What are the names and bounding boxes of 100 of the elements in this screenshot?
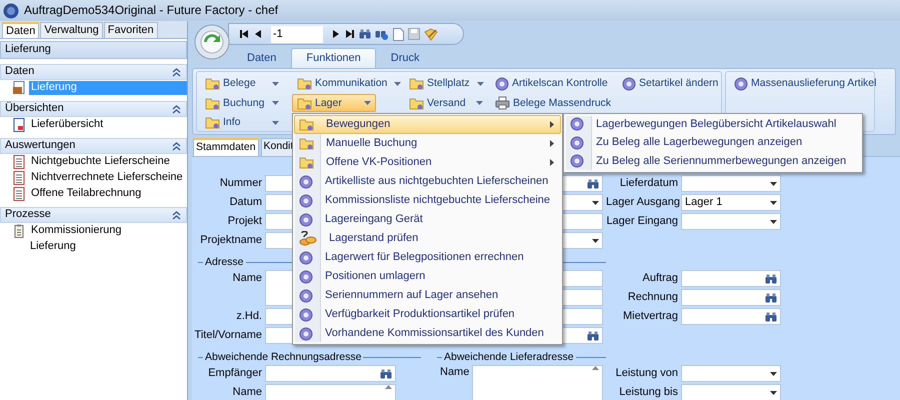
sidebar-item[interactable]: Nichtgebuchte Lieferscheine — [29, 155, 172, 169]
sidebar-tab[interactable]: Verwaltung — [40, 22, 103, 38]
sidebar-item[interactable]: Lieferung — [28, 240, 78, 254]
edit-icon[interactable] — [424, 28, 438, 40]
field-label: Projektname — [199, 234, 262, 248]
lookup-icon — [380, 368, 392, 378]
section-header[interactable]: Prozesse — [0, 207, 187, 223]
menu-item[interactable]: Positionen umlagern — [294, 267, 561, 286]
window-title: AuftragDemo534Original - Future Factory - chef — [24, 3, 278, 18]
lookup-field[interactable] — [681, 270, 781, 287]
new-document-icon[interactable] — [393, 28, 404, 40]
previous-record-icon[interactable] — [253, 29, 263, 39]
menu-item[interactable]: Manuelle Buchung — [294, 134, 561, 153]
section-header[interactable]: Daten — [0, 64, 187, 80]
memo-field[interactable] — [265, 384, 396, 400]
caret-icon — [770, 390, 777, 394]
lookup-field[interactable] — [265, 365, 396, 382]
dropdown-field[interactable] — [681, 175, 781, 192]
ribbon-button[interactable]: Belege — [200, 74, 284, 93]
printer-icon — [495, 96, 510, 110]
menu-item[interactable]: Offene VK-Positionen — [294, 153, 561, 172]
field-label: Name — [232, 386, 262, 400]
caret-icon — [592, 200, 599, 204]
sidebar-tab[interactable]: Favoriten — [104, 22, 158, 38]
last-record-icon[interactable] — [345, 29, 355, 39]
search-add-icon[interactable] — [375, 28, 389, 40]
record-field[interactable]: -1 — [271, 26, 323, 42]
first-record-icon[interactable] — [239, 29, 249, 39]
ribbon-button[interactable]: Kommunikation — [292, 74, 406, 93]
ribbon-button[interactable]: Setartikel ändern — [617, 74, 724, 93]
gear-icon — [734, 76, 748, 91]
section-title: Abweichende Lieferadresse — [444, 351, 574, 364]
field-label: Nummer — [218, 176, 262, 190]
report-icon — [12, 187, 26, 201]
caret-icon — [364, 101, 371, 106]
ribbon-button[interactable]: Versand — [404, 94, 488, 112]
gear-icon — [622, 76, 636, 91]
field-label: Name — [439, 365, 470, 380]
ribbon-button[interactable]: Info — [200, 114, 284, 132]
next-record-icon[interactable] — [331, 29, 341, 39]
menu-item[interactable]: Verfügbarkeit Produktionsartikel prüfen — [294, 305, 561, 324]
field-label: z.Hd. — [235, 310, 262, 324]
field-label: Lieferdatum — [618, 176, 678, 190]
form-tab[interactable]: Stammdaten — [193, 138, 259, 156]
sidebar-item[interactable]: Offene Teilabrechnung — [29, 187, 144, 201]
ribbon-button[interactable]: Stellplatz — [404, 74, 489, 93]
dropdown-field[interactable] — [681, 213, 781, 230]
ribbon-tab[interactable]: Druck — [376, 48, 435, 68]
lookup-field[interactable] — [681, 289, 781, 306]
ribbon-button[interactable]: Belege Massendruck — [490, 94, 616, 112]
scroll-up-icon — [592, 366, 599, 370]
application-menu-icon[interactable] — [194, 24, 230, 60]
caret-icon — [770, 182, 777, 186]
ribbon-tab[interactable]: Funktionen — [291, 48, 376, 68]
ribbon-tab[interactable]: Daten — [232, 48, 292, 68]
section-title: Übersichten — [5, 102, 64, 116]
menu-item[interactable]: Vorhandene Kommissionsartikel des Kunden — [294, 324, 561, 343]
ribbon-button[interactable]: Buchung — [200, 94, 284, 112]
menu-item[interactable]: Lagerstand prüfen — [294, 229, 561, 248]
sidebar-item[interactable]: Nichtverrechnete Lieferscheine — [29, 171, 185, 185]
field-label: Empfänger — [207, 366, 262, 380]
memo-field[interactable] — [472, 365, 603, 400]
gear-icon — [495, 76, 509, 91]
sidebar-item[interactable]: Kommissionierung — [29, 224, 124, 238]
dropdown-field[interactable] — [681, 384, 781, 400]
menu-item[interactable]: Lagerwert für Belegpositionen errechnen — [294, 248, 561, 267]
field-label: Lager Ausgang — [606, 196, 678, 210]
folder-icon — [409, 77, 424, 90]
dropdown-field[interactable]: Lager 1 — [681, 194, 781, 211]
app-logo-icon — [3, 2, 19, 18]
menu-item[interactable]: Artikelliste aus nichtgebuchten Lieferscheinen — [294, 172, 561, 191]
lookup-field[interactable] — [681, 308, 781, 325]
search-icon[interactable] — [359, 29, 371, 39]
caret-icon — [592, 238, 599, 242]
menu-item[interactable]: Zu Beleg alle Seriennummerbewegungen anzeigen — [565, 152, 862, 170]
ribbon-button[interactable]: Lager — [292, 94, 376, 112]
sidebar-tab[interactable]: Daten — [2, 22, 40, 38]
folder-icon — [297, 77, 312, 90]
field-label: Auftrag — [642, 272, 678, 286]
field-label: Datum — [228, 196, 262, 210]
sidebar-item[interactable]: Lieferübersicht — [29, 118, 106, 132]
menu-item[interactable]: Zu Beleg alle Lagerbewegungen anzeigen — [565, 134, 862, 152]
field-label: Titel/Vorname — [194, 328, 262, 342]
folder-icon — [205, 96, 220, 110]
menu-item[interactable]: Seriennummern auf Lager ansehen — [294, 286, 561, 305]
ribbon-button[interactable]: Massenauslieferung Artikel — [729, 74, 882, 93]
menu-item[interactable]: Lagerbewegungen Belegübersicht Artikelauswahl — [565, 115, 862, 134]
field-label: Lager Eingang — [606, 214, 678, 228]
field-label: Leistung von — [614, 366, 678, 380]
section-header[interactable]: Auswertungen — [0, 138, 187, 154]
lookup-icon — [765, 274, 777, 284]
dropdown-field[interactable] — [681, 365, 781, 382]
section-header[interactable]: Übersichten — [0, 101, 187, 117]
menu-item[interactable]: Kommissionsliste nichtgebuchte Lieferscheine — [294, 191, 561, 210]
menu-item[interactable]: Lagereingang Gerät — [294, 210, 561, 229]
caret-icon — [476, 101, 483, 106]
folder-icon — [205, 116, 220, 130]
ribbon-button[interactable]: Artikelscan Kontrolle — [490, 74, 613, 93]
field-label: Rechnung — [626, 290, 678, 304]
menu-item[interactable]: Bewegungen — [294, 115, 561, 134]
